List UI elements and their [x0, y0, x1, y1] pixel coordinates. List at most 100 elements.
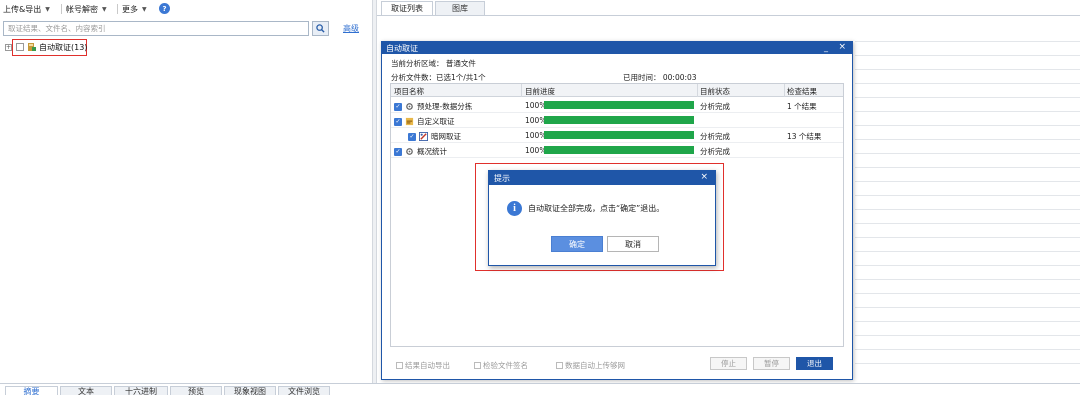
close-icon[interactable]: ×: [700, 172, 708, 182]
tab-summary[interactable]: 摘要: [5, 386, 58, 395]
row-divider: [855, 349, 1080, 350]
more-label: 更多: [122, 4, 138, 14]
column-header-name: 项目名称: [394, 87, 424, 96]
evidence-tree-pane: 上传&导出 ▼ 帐号解密 ▼ 更多 ▼ ? 高级 +: [0, 0, 372, 383]
info-icon: i: [507, 201, 522, 216]
option-checkbox[interactable]: [396, 362, 403, 369]
row-divider: [855, 139, 1080, 140]
row-divider: [855, 209, 1080, 210]
tool-icon: [406, 103, 413, 110]
chevron-down-icon: ▼: [102, 5, 107, 13]
column-divider: [521, 84, 522, 97]
task-name-cell: ✓ 暗网取证: [408, 131, 461, 142]
cancel-button[interactable]: 取消: [607, 236, 659, 252]
row-divider: [855, 307, 1080, 308]
upload-export-menu[interactable]: 上传&导出 ▼: [3, 2, 50, 16]
prompt-dialog: 提示 × i 自动取证全部完成，点击“确定”退出。 确定 取消: [488, 170, 716, 266]
tab-hex[interactable]: 十六进制: [114, 386, 168, 395]
column-header-status: 目前状态: [700, 87, 730, 96]
bottom-tab-bar: 摘要 文本 十六进制 预览 现象视图 文件浏览: [0, 383, 1080, 395]
tab-label: 取证列表: [391, 4, 423, 13]
row-divider: [855, 321, 1080, 322]
row-divider: [855, 279, 1080, 280]
option-auto-export[interactable]: 结果自动导出: [396, 360, 450, 371]
tree-checkbox[interactable]: [16, 43, 24, 51]
option-label: 检验文件签名: [483, 361, 528, 370]
progress-fill: [544, 131, 694, 139]
task-status: 分析完成: [700, 147, 730, 156]
tab-preview[interactable]: 预览: [170, 386, 222, 395]
ok-button[interactable]: 确定: [551, 236, 603, 252]
tab-gallery[interactable]: 图库: [435, 1, 485, 15]
option-checkbox[interactable]: [556, 362, 563, 369]
progress-bar: [544, 146, 694, 154]
option-checkbox[interactable]: [474, 362, 481, 369]
toolbar-divider: [61, 4, 62, 14]
task-result: 13 个结果: [787, 132, 822, 141]
row-divider: [855, 153, 1080, 154]
table-row[interactable]: ✓ 暗网取证 100% 分析完成 13 个结果: [391, 128, 843, 143]
task-checkbox[interactable]: ✓: [394, 117, 402, 126]
prompt-message: 自动取证全部完成，点击“确定”退出。: [528, 204, 665, 213]
option-auto-upload[interactable]: 数据自动上传够网: [556, 360, 625, 371]
prompt-title-bar[interactable]: 提示 ×: [489, 171, 715, 185]
task-checkbox[interactable]: ✓: [408, 132, 416, 141]
row-divider: [855, 69, 1080, 70]
dialog-title-bar[interactable]: 自动取证 _ ×: [382, 42, 852, 54]
progress-bar: [544, 116, 694, 124]
task-checkbox[interactable]: ✓: [394, 147, 402, 156]
task-name: 暗网取证: [431, 132, 461, 141]
table-row[interactable]: ✓ 自定义取证 100%: [391, 113, 843, 128]
search-button[interactable]: [312, 21, 329, 36]
option-verify-signature[interactable]: 检验文件签名: [474, 360, 528, 371]
tab-text[interactable]: 文本: [60, 386, 112, 395]
table-row[interactable]: ✓ 预处理-数据分拣 100% 分析完成 1 个结果: [391, 98, 843, 113]
app-window: 上传&导出 ▼ 帐号解密 ▼ 更多 ▼ ? 高级 +: [0, 0, 1080, 395]
tree-node-auto-forensics[interactable]: + 自动取证(13): [5, 40, 87, 54]
tree-node-label: 自动取证(13): [39, 42, 88, 52]
forensics-folder-icon: [28, 43, 36, 51]
advanced-search-link[interactable]: 高级: [343, 23, 359, 34]
search-input[interactable]: [3, 21, 309, 36]
file-count-text: 分析文件数：已选1个/共1个: [391, 73, 486, 82]
close-icon[interactable]: ×: [838, 42, 846, 52]
row-divider: [855, 41, 1080, 42]
chevron-down-icon: ▼: [45, 5, 50, 13]
expand-icon[interactable]: +: [5, 43, 12, 51]
elapsed-time-text: 已用时间： 00:00:03: [623, 73, 697, 82]
progress-bar: [544, 131, 694, 139]
table-row[interactable]: ✓ 概况统计 100% 分析完成: [391, 143, 843, 158]
row-divider: [855, 125, 1080, 126]
custom-forensics-icon: [405, 117, 414, 126]
row-divider: [855, 181, 1080, 182]
tab-phenomenon-view[interactable]: 现象视图: [224, 386, 276, 395]
more-menu[interactable]: 更多 ▼: [122, 2, 147, 16]
account-decrypt-menu[interactable]: 帐号解密 ▼: [66, 2, 107, 16]
column-divider: [784, 84, 785, 97]
minimize-icon[interactable]: _: [824, 43, 828, 52]
darknet-icon: [419, 132, 428, 141]
help-icon[interactable]: ?: [159, 3, 170, 14]
tool-icon: [406, 148, 413, 155]
progress-fill: [544, 146, 694, 154]
tab-underline: [377, 15, 1080, 16]
exit-button[interactable]: 退出: [796, 357, 833, 370]
task-name: 概况统计: [417, 147, 447, 156]
progress-fill: [544, 116, 694, 124]
task-name-cell: ✓ 概况统计: [394, 146, 447, 157]
chevron-down-icon: ▼: [142, 5, 147, 13]
tab-file-browse[interactable]: 文件浏览: [278, 386, 330, 395]
pause-button[interactable]: 暂停: [753, 357, 790, 370]
row-divider: [855, 195, 1080, 196]
column-header-result: 检查结果: [787, 87, 817, 96]
row-divider: [855, 265, 1080, 266]
tab-forensics-list[interactable]: 取证列表: [381, 1, 433, 15]
row-divider: [855, 97, 1080, 98]
stop-button[interactable]: 停止: [710, 357, 747, 370]
table-header: 项目名称 目前进度 目前状态 检查结果: [391, 84, 843, 97]
task-status: 分析完成: [700, 132, 730, 141]
option-label: 结果自动导出: [405, 361, 450, 370]
task-checkbox[interactable]: ✓: [394, 102, 402, 111]
column-header-progress: 目前进度: [525, 87, 555, 96]
current-area-text: 当前分析区域： 普通文件: [391, 59, 476, 68]
